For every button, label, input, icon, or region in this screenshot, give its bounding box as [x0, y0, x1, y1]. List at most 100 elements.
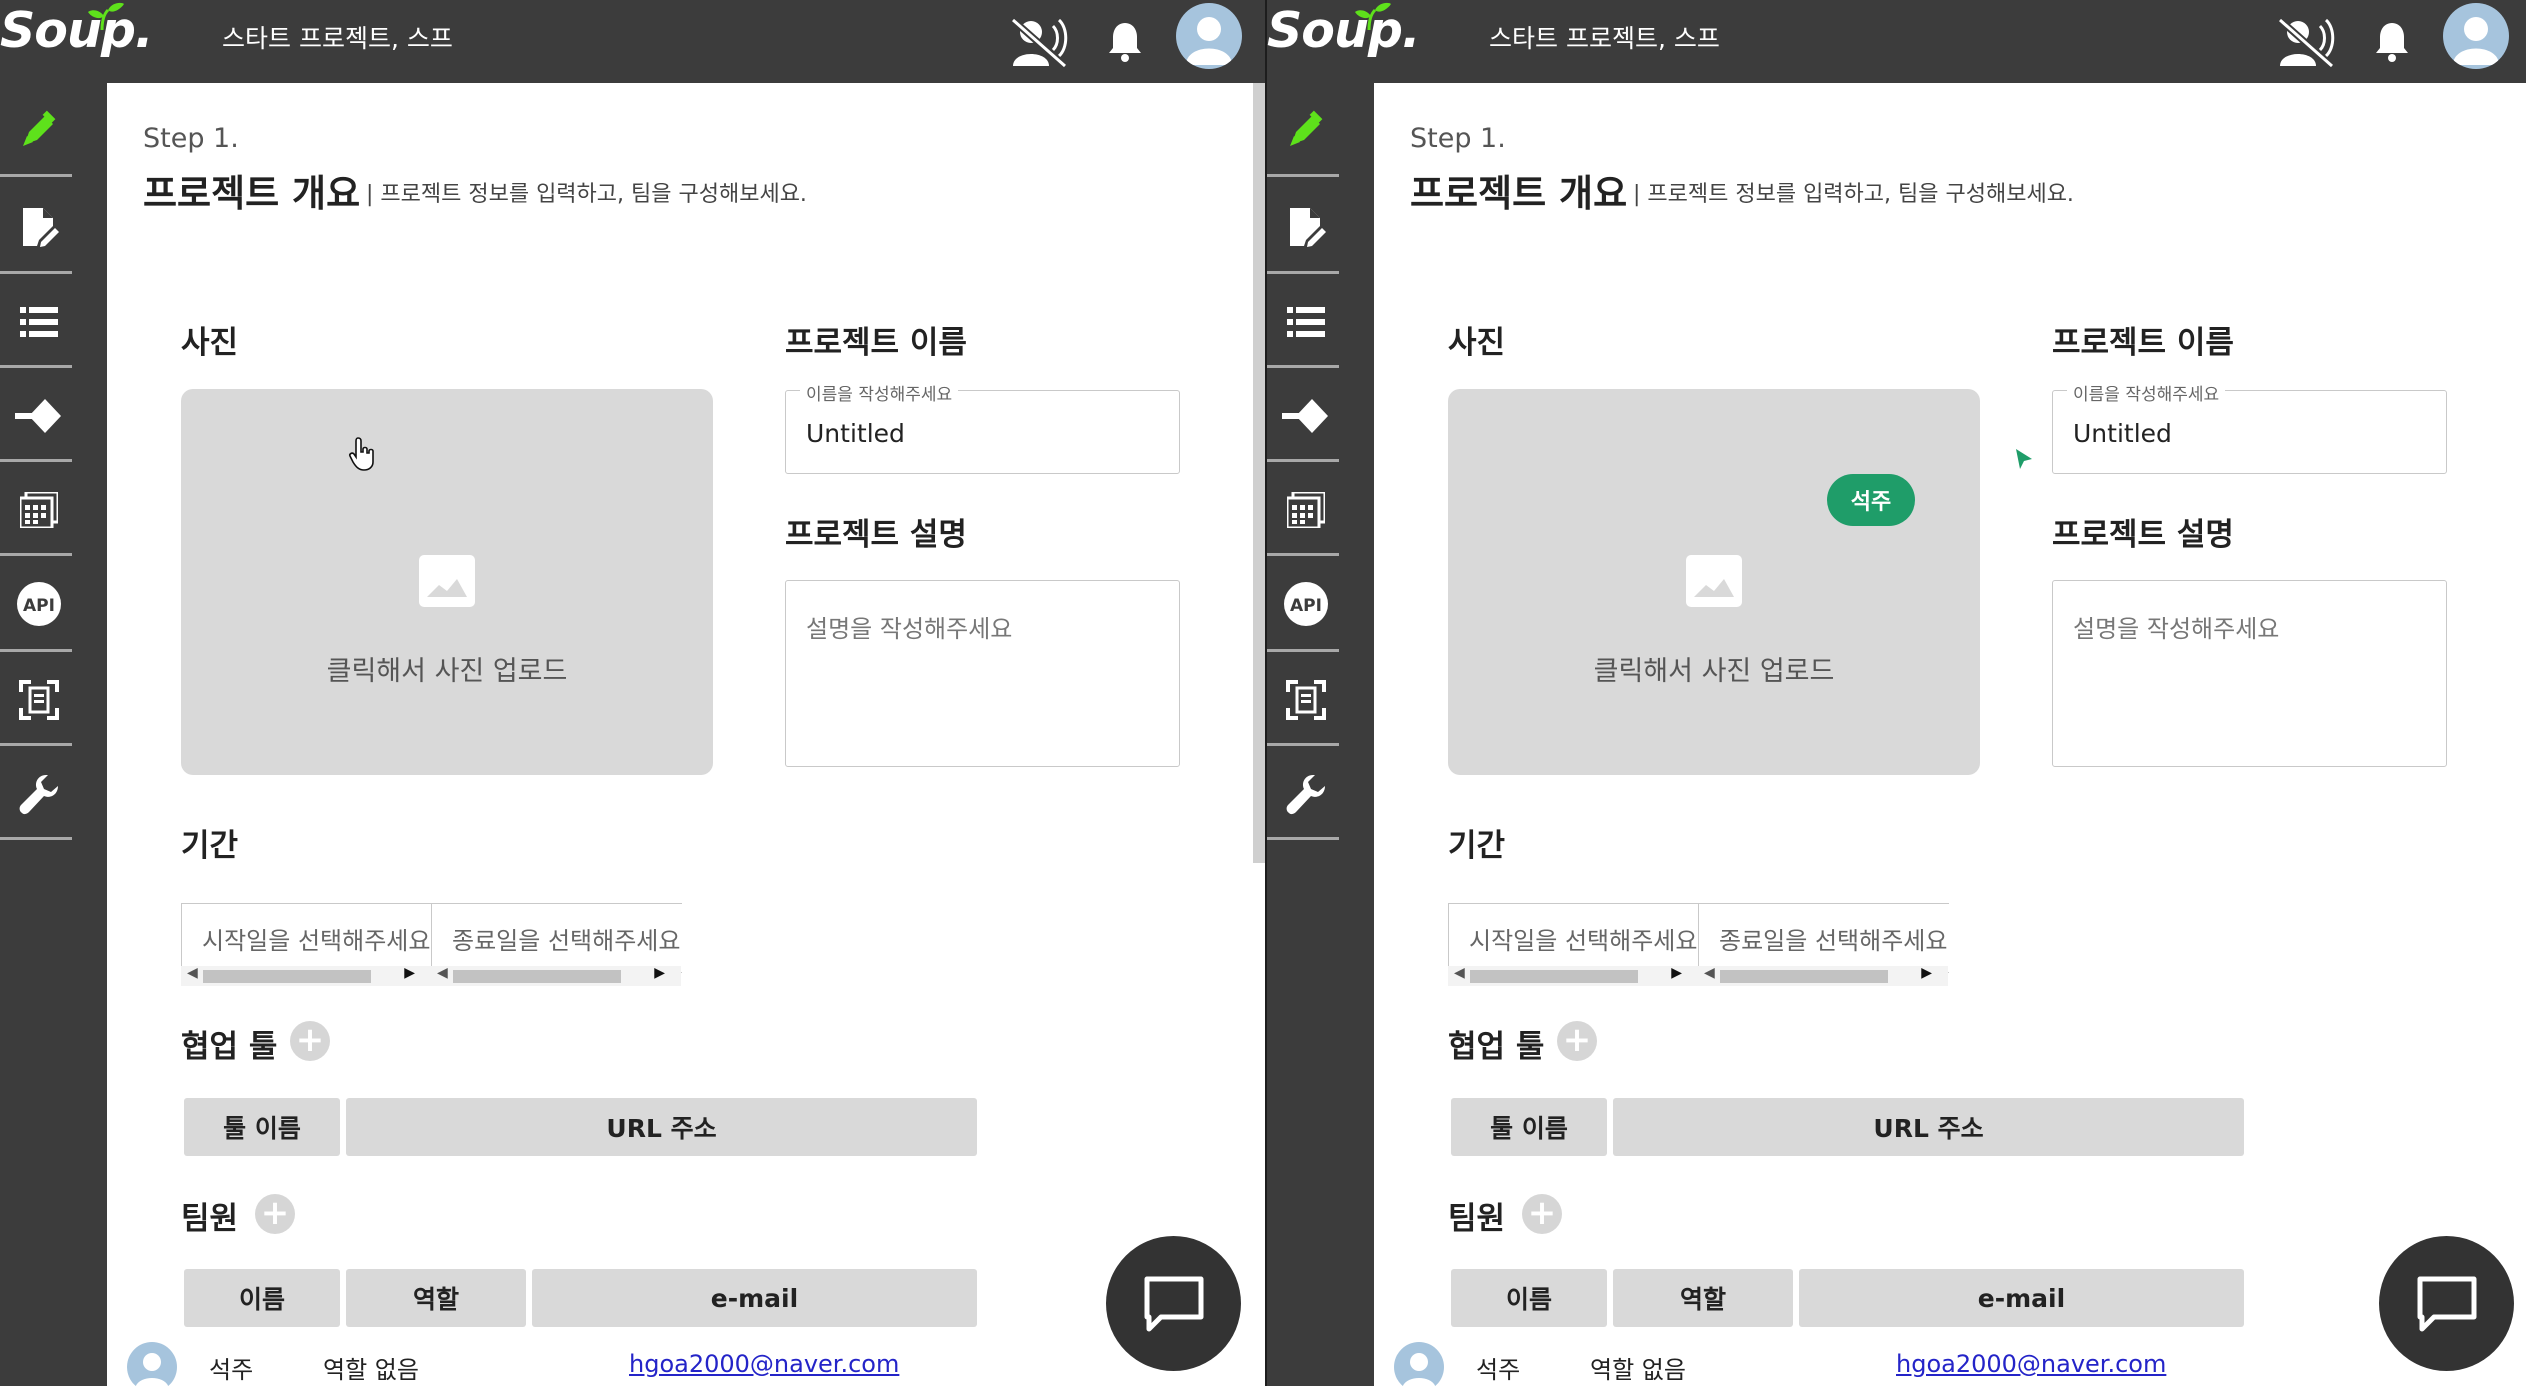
start-date-input[interactable]: 시작일을 선택해주세요: [1448, 903, 1699, 973]
sidebar-item-scan[interactable]: [0, 653, 107, 747]
member-avatar: [127, 1342, 177, 1386]
sidebar-item-milestone[interactable]: [1267, 369, 1374, 463]
sidebar-item-list[interactable]: [1267, 275, 1374, 369]
sidebar-item-edit[interactable]: [0, 83, 107, 177]
project-name-value: Untitled: [806, 419, 905, 448]
sidebar-item-scan[interactable]: [1267, 653, 1374, 747]
photo-upload-text: 클릭해서 사진 업로드: [326, 656, 568, 687]
member-role: 역할 없음: [1590, 1356, 1686, 1384]
milestone-icon: [1282, 399, 1328, 433]
chat-bubble-icon: [2417, 1276, 2476, 1331]
voice-off-icon[interactable]: [1005, 0, 1075, 83]
sidebar-item-list[interactable]: [0, 275, 107, 369]
sidebar: API: [0, 83, 107, 1386]
logo[interactable]: Soup.: [1267, 0, 1421, 83]
member-email-link[interactable]: hgoa2000@naver.com: [629, 1350, 899, 1378]
sidebar-item-calendar[interactable]: [0, 463, 107, 557]
project-name-heading: 프로젝트 이름: [2052, 325, 2234, 361]
sidebar-item-settings[interactable]: [0, 747, 107, 841]
page-title: 프로젝트 개요: [1410, 172, 1628, 215]
sidebar-item-edit[interactable]: [1267, 83, 1374, 177]
description-placeholder: 설명을 작성해주세요: [806, 615, 1013, 643]
project-name-heading: 프로젝트 이름: [785, 325, 967, 361]
end-date-scrollbar[interactable]: ◀ ▶: [1698, 965, 1948, 986]
project-name-field[interactable]: 이름을 작성해주세요 Untitled: [785, 380, 1180, 474]
notification-bell-icon[interactable]: [1100, 0, 1150, 83]
member-email-column-header: e-mail: [532, 1269, 977, 1327]
scroll-left-arrow-icon[interactable]: ◀: [1454, 965, 1465, 981]
logo[interactable]: Soup.: [0, 0, 154, 83]
tools-heading: 협업 툴: [1448, 1029, 1545, 1065]
page-scrollbar[interactable]: [1253, 83, 1265, 863]
image-placeholder-icon: [419, 555, 475, 607]
sidebar-divider: [0, 174, 72, 177]
member-avatar: [1394, 1342, 1444, 1386]
scrollbar-thumb[interactable]: [453, 970, 621, 983]
add-tool-button[interactable]: +: [1557, 1021, 1597, 1061]
sidebar-item-calendar[interactable]: [1267, 463, 1374, 557]
add-member-button[interactable]: +: [255, 1194, 295, 1234]
photo-heading: 사진: [1448, 325, 1506, 361]
end-date-placeholder: 종료일을 선택해주세요: [452, 927, 681, 955]
api-icon-label: API: [1290, 596, 1322, 616]
scroll-right-arrow-icon[interactable]: ▶: [404, 965, 415, 981]
tool-name-column-header: 툴 이름: [184, 1098, 340, 1156]
end-date-input[interactable]: 종료일을 선택해주세요: [431, 903, 682, 973]
api-icon: API: [1284, 582, 1328, 626]
scan-document-icon: [1286, 680, 1326, 720]
photo-upload-area[interactable]: 클릭해서 사진 업로드: [181, 389, 713, 775]
scroll-left-arrow-icon[interactable]: ◀: [437, 965, 448, 981]
scroll-right-arrow-icon[interactable]: ▶: [654, 965, 665, 981]
scrollbar-thumb[interactable]: [1470, 970, 1638, 983]
end-date-input[interactable]: 종료일을 선택해주세요: [1698, 903, 1949, 973]
sidebar-item-document[interactable]: [0, 180, 107, 274]
add-tool-button[interactable]: +: [290, 1021, 330, 1061]
project-name-legend: 이름을 작성해주세요: [800, 380, 959, 405]
start-date-input[interactable]: 시작일을 선택해주세요: [181, 903, 432, 973]
scroll-right-arrow-icon[interactable]: ▶: [1921, 965, 1932, 981]
chat-button[interactable]: [1106, 1236, 1241, 1371]
sidebar-item-milestone[interactable]: [0, 369, 107, 463]
sidebar-item-settings[interactable]: [1267, 747, 1374, 841]
sidebar-divider: [1267, 365, 1339, 368]
tool-url-column-header: URL 주소: [1613, 1098, 2244, 1156]
tools-heading: 협업 툴: [181, 1029, 278, 1065]
start-date-scrollbar[interactable]: ◀ ▶: [1448, 965, 1698, 986]
start-date-scrollbar[interactable]: ◀ ▶: [181, 965, 431, 986]
sprout-icon: [1355, 2, 1391, 31]
member-email-link[interactable]: hgoa2000@naver.com: [1896, 1350, 2166, 1378]
sidebar-item-document[interactable]: [1267, 180, 1374, 274]
chat-button[interactable]: [2379, 1236, 2514, 1371]
description-textarea[interactable]: 설명을 작성해주세요: [2052, 580, 2447, 767]
scroll-right-arrow-icon[interactable]: ▶: [1671, 965, 1682, 981]
member-role-column-header: 역할: [346, 1269, 526, 1327]
scroll-left-arrow-icon[interactable]: ◀: [187, 965, 198, 981]
user-avatar[interactable]: [1176, 3, 1242, 69]
scroll-left-arrow-icon[interactable]: ◀: [1704, 965, 1715, 981]
user-avatar[interactable]: [2443, 3, 2509, 69]
document-edit-icon: [23, 208, 59, 247]
sidebar-item-api[interactable]: API: [1267, 557, 1374, 651]
api-icon: API: [17, 582, 61, 626]
description-textarea[interactable]: 설명을 작성해주세요: [785, 580, 1180, 767]
sidebar-item-api[interactable]: API: [0, 557, 107, 651]
sidebar-divider: [0, 271, 72, 274]
end-date-scrollbar[interactable]: ◀ ▶: [431, 965, 681, 986]
sidebar-divider: [0, 365, 72, 368]
sidebar-divider: [0, 649, 72, 652]
add-member-button[interactable]: +: [1522, 1194, 1562, 1234]
page-subtitle: | 프로젝트 정보를 입력하고, 팀을 구성해보세요.: [1633, 182, 2074, 207]
project-name-field[interactable]: 이름을 작성해주세요 Untitled: [2052, 380, 2447, 474]
api-icon-label: API: [23, 596, 55, 616]
collaborator-presence-badge: 석주: [1827, 474, 1915, 526]
photo-upload-area[interactable]: 클릭해서 사진 업로드: [1448, 389, 1980, 775]
description-heading: 프로젝트 설명: [2052, 517, 2234, 553]
voice-off-icon[interactable]: [2272, 0, 2342, 83]
member-role: 역할 없음: [323, 1356, 419, 1384]
scrollbar-thumb[interactable]: [203, 970, 371, 983]
step-label: Step 1.: [1410, 123, 1506, 154]
notification-bell-icon[interactable]: [2367, 0, 2417, 83]
scan-document-icon: [19, 680, 59, 720]
scrollbar-thumb[interactable]: [1720, 970, 1888, 983]
member-name: 석주: [1476, 1356, 1521, 1384]
